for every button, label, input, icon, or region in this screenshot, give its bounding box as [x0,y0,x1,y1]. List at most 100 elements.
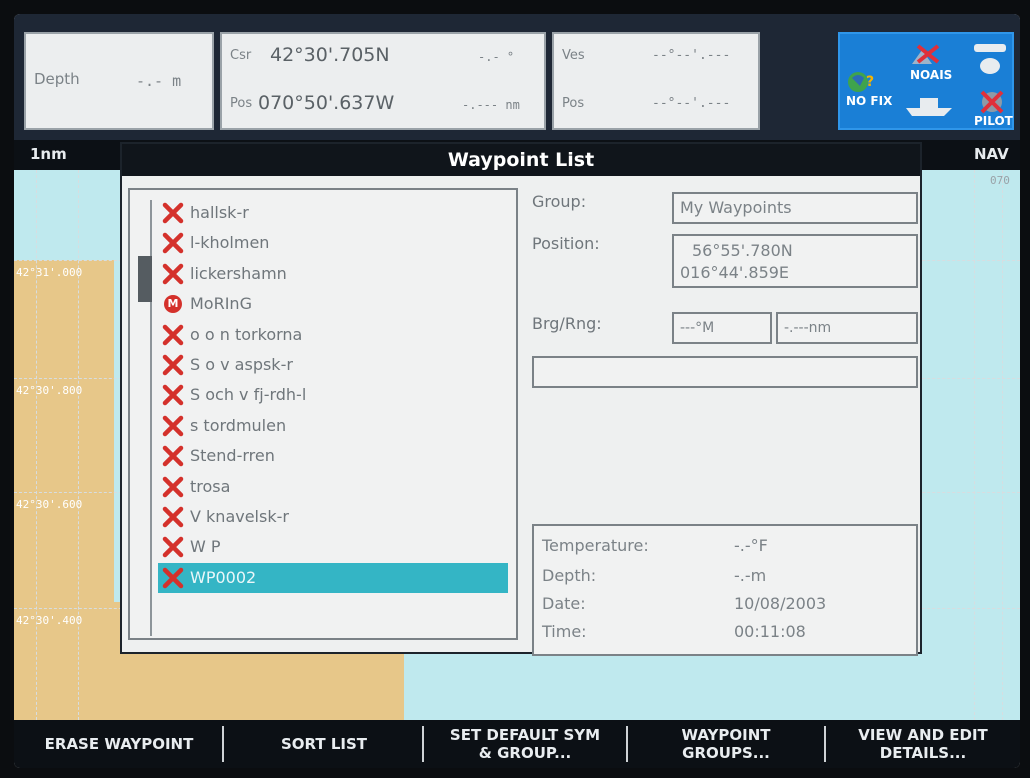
waypoint-list-item[interactable]: lickershamn [158,259,508,289]
waypoint-cross-icon [162,233,184,254]
waypoint-name: s tordmulen [190,415,287,435]
position-lat: 56°55'.780N [692,241,793,260]
depth-info-value: -.-m [734,566,767,585]
grid-label-lat-3: 42°30'.600 [16,498,83,511]
data-bar: Depth -.- m Csr 42°30'.705N -.- ° Pos 07… [14,14,1020,140]
grid-label-lon: 070 [990,174,1010,187]
grid-label-lat-4: 42°30'.400 [16,614,83,627]
pos-label: Pos [230,96,253,111]
waypoint-name: V knavelsk-r [190,507,289,526]
waypoint-list-item[interactable]: S o v aspsk-r [158,350,508,380]
csr-bearing: -.- ° [478,50,515,64]
waypoint-list-item[interactable]: hallsk-r [158,198,508,228]
gps-nofix-icon: ? [848,72,874,92]
depth-value: -.- m [136,72,182,90]
comment-field [532,356,918,388]
mooring-symbol-icon: M [164,295,182,314]
noais-text: NOAIS [910,68,953,82]
depth-label: Depth [34,70,80,88]
range-value: -.---nm [784,320,832,336]
range-field: -.---nm [776,312,918,344]
waypoint-name: hallsk-r [190,203,249,222]
depth-info-label: Depth: [542,566,597,585]
waypoint-cross-icon [162,354,184,376]
time-value: 00:11:08 [734,622,806,641]
date-value: 10/08/2003 [734,594,827,613]
set-default-sym-button[interactable]: SET DEFAULT SYM & GROUP... [424,720,626,768]
grid-label-lat-2: 42°30'.800 [16,384,83,397]
position-field: 56°55'.780N 016°44'.859E [672,234,918,288]
waypoint-list-dialog: Waypoint List hallsk-r l-kholmen lickersha… [120,142,922,656]
position-label: Position: [532,234,600,253]
group-value: My Waypoints [680,198,792,217]
vessel-pos-value: --°--'.--- [652,96,731,111]
bearing-field: ---°M [672,312,772,344]
waypoint-list-item[interactable]: V knavelsk-r [158,502,508,532]
radar-icon [974,44,1006,74]
waypoint-cross-icon [162,385,184,406]
depth-box: Depth -.- m [24,32,214,130]
brg-rng-label: Brg/Rng: [532,314,602,333]
waypoint-list-item[interactable]: WP0002 [158,562,508,593]
waypoint-list-item[interactable]: s tordmulen [158,411,508,441]
sort-list-button[interactable]: SORT LIST [226,720,422,768]
waypoint-list-item[interactable]: M MoRInG [158,289,508,319]
waypoint-name: MoRInG [190,294,252,314]
autopilot-icon [980,90,1004,114]
ves-value: --°--'.--- [652,48,731,63]
waypoint-name: WP0002 [190,567,257,587]
pos-range: -.--- nm [462,98,520,112]
waypoint-name: lickershamn [190,263,287,283]
waypoint-list-item[interactable]: W P [158,532,508,562]
temperature-value: -.-°F [734,536,768,555]
ves-label: Ves [562,48,585,63]
waypoint-cross-icon [162,506,184,528]
group-label: Group: [532,192,587,211]
group-field: My Waypoints [672,192,918,224]
waypoint-cross-icon [162,445,184,467]
vessel-icon [906,98,952,116]
svg-text:?: ? [866,74,874,90]
vessel-position-box: Ves --°--'.--- Pos --°--'.--- [552,32,760,130]
grid-label-lat-1: 42°31'.000 [16,266,83,279]
softkey-bar: ERASE WAYPOINT SORT LIST SET DEFAULT SYM… [14,720,1020,768]
mode-label: NAV [974,145,1009,163]
waypoint-list[interactable]: hallsk-r l-kholmen lickershamn M MoRInG o o n… [128,188,518,640]
status-indicator-panel: ? NO FIX NOAIS PILOT [838,32,1014,130]
waypoint-info-panel: Temperature: -.-°F Depth: -.-m Date: 10/… [532,524,918,656]
chartplotter-screen: Depth -.- m Csr 42°30'.705N -.- ° Pos 07… [14,14,1020,768]
waypoint-name: o o n torkorna [190,324,303,344]
pos-value: 070°50'.637W [258,92,395,114]
cursor-position-box: Csr 42°30'.705N -.- ° Pos 070°50'.637W -… [220,32,546,130]
waypoint-cross-icon [162,263,184,285]
waypoint-name: trosa [190,476,231,496]
waypoint-name: l-kholmen [190,233,270,253]
position-lon: 016°44'.859E [680,263,790,282]
scrollbar-thumb[interactable] [138,256,152,302]
waypoint-list-item[interactable]: Stend-rren [158,441,508,471]
waypoint-name: S o v aspsk-r [190,355,293,374]
waypoint-groups-button[interactable]: WAYPOINT GROUPS... [628,720,824,768]
temperature-label: Temperature: [542,536,649,555]
range-label: 1nm [30,145,67,163]
waypoint-name: S och v fj-rdh-l [190,385,307,405]
view-edit-details-button[interactable]: VIEW AND EDIT DETAILS... [826,720,1020,768]
csr-label: Csr [230,48,252,63]
pilot-text: PILOT [974,114,1013,128]
waypoint-list-item[interactable]: S och v fj-rdh-l [158,380,508,410]
waypoint-cross-icon [162,567,184,589]
waypoint-list-item[interactable]: l-kholmen [158,228,508,258]
waypoint-name: Stend-rren [190,446,275,466]
nofix-text: NO FIX [846,94,893,108]
date-label: Date: [542,594,586,613]
dialog-title: Waypoint List [122,144,920,176]
waypoint-cross-icon [162,537,184,558]
waypoint-list-item[interactable]: o o n torkorna [158,320,508,350]
waypoint-cross-icon [162,324,184,345]
waypoint-name: W P [190,537,221,557]
waypoint-cross-icon [162,202,184,224]
erase-waypoint-button[interactable]: ERASE WAYPOINT [14,720,224,768]
waypoint-list-item[interactable]: trosa [158,472,508,502]
vessel-pos-label: Pos [562,96,585,111]
bearing-value: ---°M [680,320,715,336]
